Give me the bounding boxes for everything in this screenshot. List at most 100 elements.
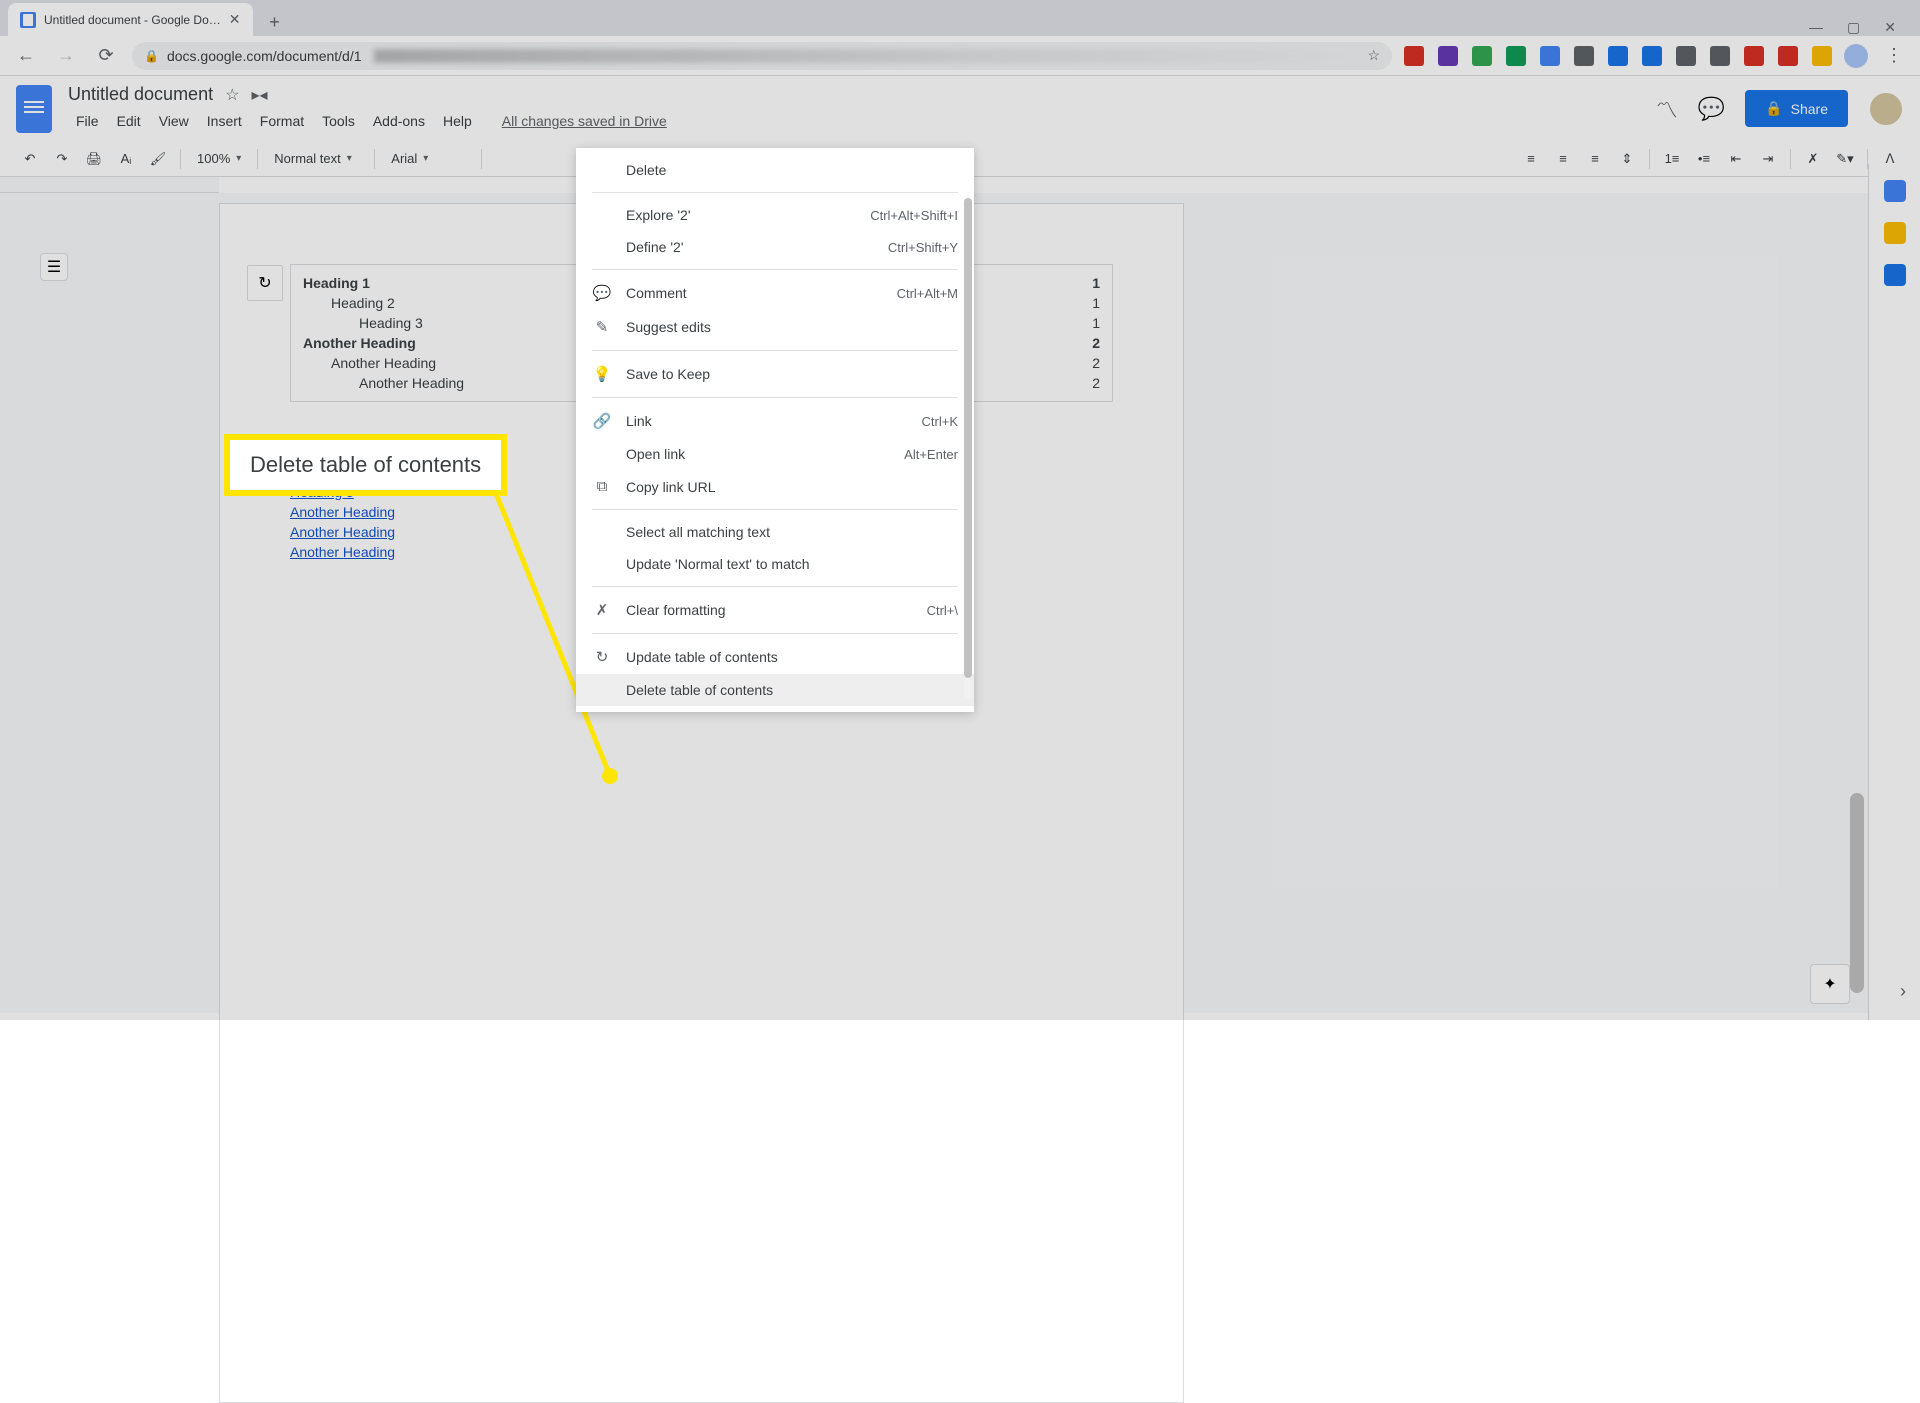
tab-title: Untitled document - Google Do… xyxy=(44,13,221,27)
menu-icon: 💬 xyxy=(592,284,612,302)
menu-item-comment[interactable]: 💬CommentCtrl+Alt+M xyxy=(576,276,974,310)
back-button[interactable]: ← xyxy=(12,42,40,70)
extension-icon[interactable] xyxy=(1608,46,1628,66)
menu-item-file[interactable]: File xyxy=(68,109,107,133)
paint-format-button[interactable]: 🖌 xyxy=(144,145,172,173)
profile-avatar-small[interactable] xyxy=(1844,44,1868,68)
side-panel-icon[interactable] xyxy=(1884,222,1906,244)
menu-item-tools[interactable]: Tools xyxy=(314,109,363,133)
extension-icon[interactable] xyxy=(1438,46,1458,66)
spellcheck-button[interactable]: Aᵢ xyxy=(112,145,140,173)
menu-label: Select all matching text xyxy=(626,524,944,540)
align-right-button[interactable]: ≡ xyxy=(1581,145,1609,173)
star-icon[interactable]: ☆ xyxy=(225,85,239,105)
menu-item-select-all-matching-text[interactable]: Select all matching text xyxy=(576,516,974,548)
comments-icon[interactable]: 💬 xyxy=(1698,96,1725,122)
extension-icon[interactable] xyxy=(1472,46,1492,66)
menu-label: Copy link URL xyxy=(626,479,944,495)
extension-icon[interactable] xyxy=(1778,46,1798,66)
menu-item-link[interactable]: 🔗LinkCtrl+K xyxy=(576,404,974,438)
extension-icon[interactable] xyxy=(1540,46,1560,66)
extension-icon[interactable] xyxy=(1642,46,1662,66)
font-select[interactable]: Arial▾ xyxy=(383,151,473,166)
side-panel-icon[interactable] xyxy=(1884,264,1906,286)
refresh-icon[interactable]: ↻ xyxy=(247,265,283,301)
scrollbar[interactable] xyxy=(1850,413,1864,973)
document-title[interactable]: Untitled document xyxy=(68,84,213,105)
menu-item-open-link[interactable]: Open linkAlt+Enter xyxy=(576,438,974,470)
extension-icon[interactable] xyxy=(1574,46,1594,66)
reload-button[interactable]: ⟳ xyxy=(92,42,120,70)
side-panel-icon[interactable] xyxy=(1884,180,1906,202)
address-bar-row: ← → ⟳ 🔒 docs.google.com/document/d/1 ☆ ⋮ xyxy=(0,36,1920,76)
menu-icon: 💡 xyxy=(592,365,612,383)
zoom-select[interactable]: 100%▾ xyxy=(189,151,249,166)
extension-icon[interactable] xyxy=(1744,46,1764,66)
menu-separator xyxy=(592,633,958,634)
docs-header: Untitled document ☆ ▸◂ FileEditViewInser… xyxy=(0,76,1920,141)
menu-label: Delete table of contents xyxy=(626,682,944,698)
clear-format-button[interactable]: ✗ xyxy=(1799,145,1827,173)
docs-logo-icon[interactable] xyxy=(16,85,52,133)
star-icon[interactable]: ☆ xyxy=(1367,47,1380,64)
menu-item-suggest-edits[interactable]: ✎Suggest edits xyxy=(576,310,974,344)
line-spacing-button[interactable]: ⇕ xyxy=(1613,145,1641,173)
menu-item-help[interactable]: Help xyxy=(435,109,480,133)
menu-item-update-table-of-contents[interactable]: ↻Update table of contents xyxy=(576,640,974,674)
menu-item-delete[interactable]: Delete xyxy=(576,154,974,186)
indent-decrease-button[interactable]: ⇤ xyxy=(1722,145,1750,173)
menu-item-format[interactable]: Format xyxy=(252,109,312,133)
address-bar[interactable]: 🔒 docs.google.com/document/d/1 ☆ xyxy=(132,42,1392,70)
maximize-button[interactable]: ▢ xyxy=(1847,19,1860,36)
activity-icon[interactable]: 〽 xyxy=(1656,93,1678,125)
menu-scrollbar[interactable] xyxy=(964,198,972,698)
indent-increase-button[interactable]: ⇥ xyxy=(1754,145,1782,173)
bulleted-list-button[interactable]: •≡ xyxy=(1690,145,1718,173)
extension-icon[interactable] xyxy=(1676,46,1696,66)
move-icon[interactable]: ▸◂ xyxy=(251,85,267,105)
menu-label: Update table of contents xyxy=(626,649,944,665)
redo-button[interactable]: ↷ xyxy=(48,145,76,173)
undo-button[interactable]: ↶ xyxy=(16,145,44,173)
scrollbar-thumb[interactable] xyxy=(1850,793,1864,993)
menu-item-save-to-keep[interactable]: 💡Save to Keep xyxy=(576,357,974,391)
menu-item-view[interactable]: View xyxy=(151,109,197,133)
new-tab-button[interactable]: + xyxy=(261,8,289,36)
editing-mode-button[interactable]: ✎▾ xyxy=(1831,145,1859,173)
menu-item-insert[interactable]: Insert xyxy=(199,109,250,133)
align-center-button[interactable]: ≡ xyxy=(1549,145,1577,173)
menu-item-clear-formatting[interactable]: ✗Clear formattingCtrl+\ xyxy=(576,593,974,627)
explore-button[interactable]: ✦ xyxy=(1810,964,1850,1004)
menu-label: Delete xyxy=(626,162,944,178)
style-select[interactable]: Normal text▾ xyxy=(266,151,366,166)
browser-tab[interactable]: Untitled document - Google Do… ✕ xyxy=(8,3,253,36)
menu-icon: ✗ xyxy=(592,601,612,619)
print-button[interactable]: 🖨 xyxy=(80,145,108,173)
menu-shortcut: Ctrl+Shift+Y xyxy=(888,240,958,255)
extension-icon[interactable] xyxy=(1812,46,1832,66)
menu-item-explore-2-[interactable]: Explore '2'Ctrl+Alt+Shift+I xyxy=(576,199,974,231)
close-window-button[interactable]: ✕ xyxy=(1884,19,1896,36)
share-button[interactable]: 🔒 Share xyxy=(1745,90,1848,127)
outline-button[interactable]: ☰ xyxy=(40,253,68,281)
menu-item-add-ons[interactable]: Add-ons xyxy=(365,109,433,133)
extension-icon[interactable] xyxy=(1506,46,1526,66)
user-avatar[interactable] xyxy=(1868,91,1904,127)
menu-item-define-2-[interactable]: Define '2'Ctrl+Shift+Y xyxy=(576,231,974,263)
extension-icon[interactable] xyxy=(1404,46,1424,66)
numbered-list-button[interactable]: 1≡ xyxy=(1658,145,1686,173)
menu-item-edit[interactable]: Edit xyxy=(109,109,149,133)
menu-separator xyxy=(592,350,958,351)
save-status[interactable]: All changes saved in Drive xyxy=(494,109,675,133)
forward-button[interactable]: → xyxy=(52,42,80,70)
side-collapse-button[interactable]: › xyxy=(1900,981,1906,1002)
menu-item-delete-table-of-contents[interactable]: Delete table of contents xyxy=(576,674,974,706)
menu-label: Suggest edits xyxy=(626,319,944,335)
chrome-menu-icon[interactable]: ⋮ xyxy=(1880,42,1908,70)
close-icon[interactable]: ✕ xyxy=(229,11,241,28)
align-left-button[interactable]: ≡ xyxy=(1517,145,1545,173)
minimize-button[interactable]: — xyxy=(1809,19,1823,36)
extension-icon[interactable] xyxy=(1710,46,1730,66)
menu-item-update-normal-text-to-match[interactable]: Update 'Normal text' to match xyxy=(576,548,974,580)
menu-item-copy-link-url[interactable]: ⧉Copy link URL xyxy=(576,470,974,503)
